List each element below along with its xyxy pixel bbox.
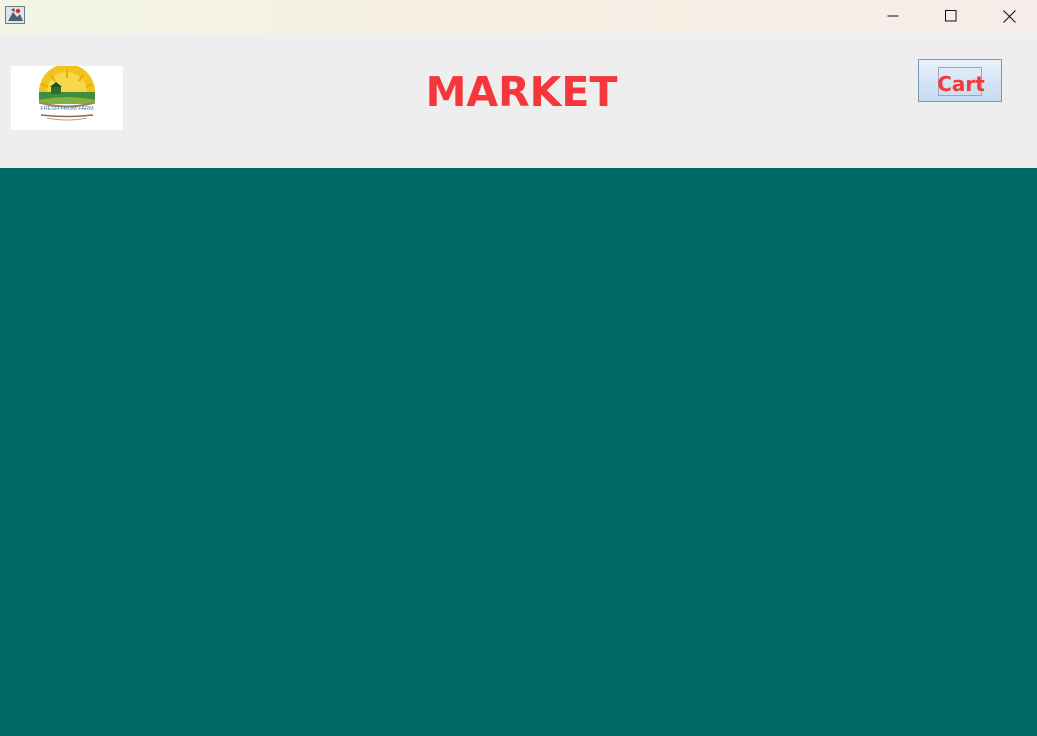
minimize-icon — [887, 15, 899, 17]
market-content-panel — [0, 168, 1037, 736]
market-header: FRESH FROM FARM MARKET Cart — [0, 34, 1037, 168]
minimize-button[interactable] — [864, 0, 922, 32]
maximize-icon — [945, 10, 957, 22]
java-app-icon[interactable] — [5, 6, 25, 24]
cart-button-label: Cart — [937, 71, 985, 96]
market-window: FRESH FROM FARM MARKET Cart — [0, 0, 1037, 736]
title-bar[interactable] — [0, 0, 1037, 34]
close-icon — [1002, 9, 1016, 23]
maximize-button[interactable] — [922, 0, 980, 32]
page-title: MARKET — [425, 68, 618, 116]
close-button[interactable] — [980, 0, 1037, 32]
cart-button[interactable]: Cart — [918, 59, 1002, 102]
